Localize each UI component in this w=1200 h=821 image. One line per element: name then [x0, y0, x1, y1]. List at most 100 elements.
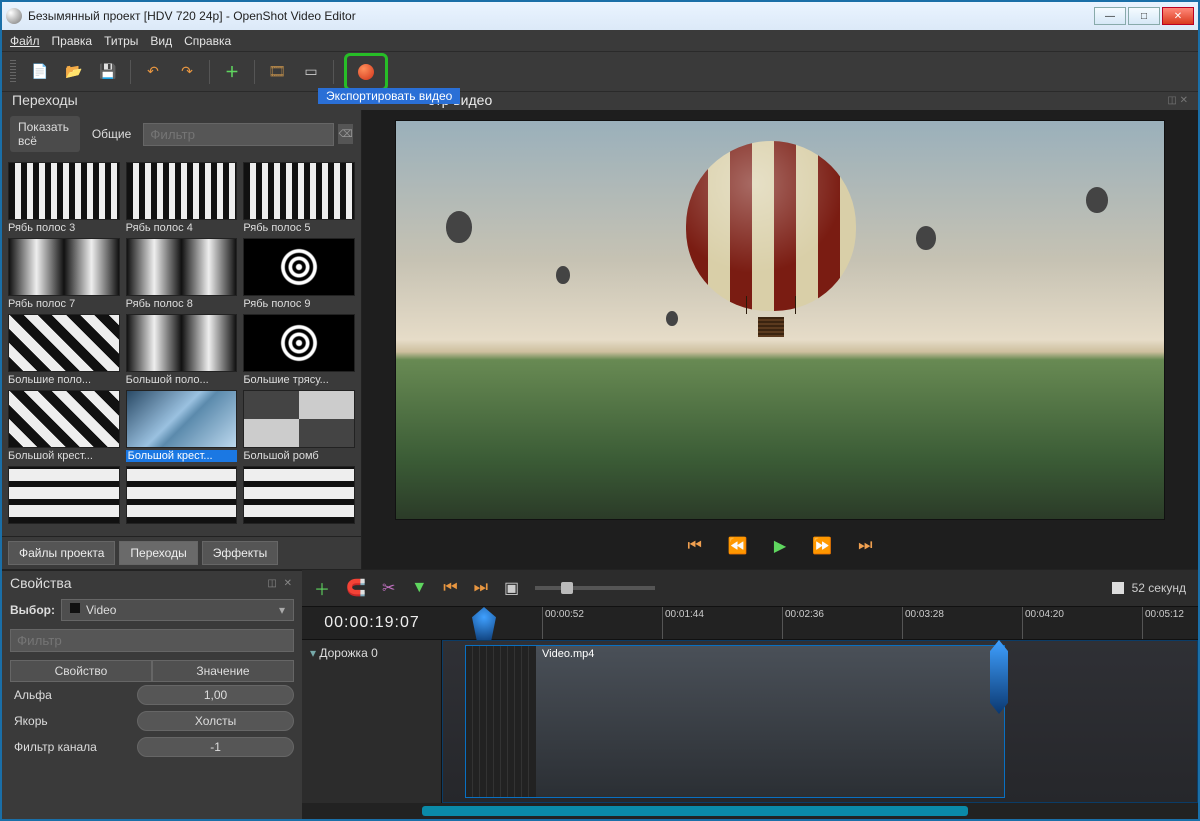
save-project-button[interactable]: 💾 — [96, 60, 120, 84]
properties-filter-input[interactable] — [10, 629, 294, 652]
main-toolbar: 📄 📂 💾 ↶ ↷ ＋ 🎞 ▭ Экспортировать видео — [2, 52, 1198, 92]
layer-color-swatch — [70, 603, 80, 613]
transition-item-selected[interactable]: Большой крест... — [126, 390, 238, 462]
razor-tool[interactable]: ✂ — [382, 578, 395, 598]
panel-dock-icons[interactable]: ◫ ✕ — [1167, 95, 1188, 106]
record-icon — [358, 64, 374, 80]
center-playhead-button[interactable]: ▣ — [504, 578, 519, 598]
transition-filter-input[interactable] — [143, 123, 334, 146]
balloon-icon — [446, 211, 472, 243]
left-bottom-tabs: Файлы проекта Переходы Эффекты — [2, 536, 361, 569]
zoom-slider[interactable] — [535, 586, 655, 590]
ruler-tick: 00:01:44 — [662, 607, 706, 639]
timeline-duration: 52 секунд — [1132, 581, 1186, 595]
transition-item[interactable]: Рябь полос 5 — [243, 162, 355, 234]
menu-file[interactable]: Файл — [10, 34, 40, 48]
properties-title: Свойства — [10, 575, 71, 591]
balloon-icon — [666, 311, 678, 326]
transition-item[interactable]: Большие трясу... — [243, 314, 355, 386]
undo-button[interactable]: ↶ — [141, 60, 165, 84]
col-header-key[interactable]: Свойство — [10, 660, 152, 682]
preview-panel: ⏮ ⏪ ▶ ⏩ ⏭ — [362, 110, 1198, 569]
add-track-button[interactable]: ＋ — [314, 576, 330, 600]
preview-viewport[interactable] — [395, 120, 1165, 520]
track-header[interactable]: ▾ Дорожка 0 — [302, 640, 442, 803]
minimize-button[interactable]: — — [1094, 7, 1126, 25]
open-project-button[interactable]: 📂 — [62, 60, 86, 84]
balloon-icon — [556, 266, 570, 284]
track-body[interactable]: Video.mp4 — [442, 640, 1198, 803]
balloon-main — [686, 141, 856, 341]
transition-item[interactable]: Большой крест... — [8, 390, 120, 462]
video-clip[interactable]: Video.mp4 — [465, 645, 1005, 798]
redo-button[interactable]: ↷ — [175, 60, 199, 84]
property-row: Якорь Холсты — [10, 708, 294, 734]
clear-filter-button[interactable]: ⌫ — [338, 124, 353, 144]
fullscreen-icon[interactable]: ▭ — [299, 60, 323, 84]
toolbar-divider — [209, 60, 210, 84]
property-value[interactable]: -1 — [137, 737, 294, 757]
timeline-toolbar: ＋ 🧲 ✂ ▼ ⏮ ⏭ ▣ 52 секунд — [302, 570, 1198, 606]
property-row: Альфа 1,00 — [10, 682, 294, 708]
tab-project-files[interactable]: Файлы проекта — [8, 541, 115, 565]
export-video-button[interactable] — [344, 53, 388, 91]
show-all-tab[interactable]: Показать всё — [10, 116, 80, 152]
transition-item[interactable]: Рябь полос 9 — [243, 238, 355, 310]
menu-help[interactable]: Справка — [184, 34, 231, 48]
common-tab[interactable]: Общие — [84, 123, 139, 145]
properties-dock-icons[interactable]: ◫ ✕ — [267, 578, 294, 589]
transition-item[interactable]: Рябь полос 4 — [126, 162, 238, 234]
next-marker-button[interactable]: ⏭ — [474, 579, 488, 597]
rewind-button[interactable]: ⏪ — [728, 536, 748, 556]
prev-marker-button[interactable]: ⏮ — [443, 579, 457, 597]
property-value[interactable]: Холсты — [137, 711, 294, 731]
clip-thumbnail — [466, 646, 536, 797]
clip-end-handle[interactable] — [990, 640, 1008, 714]
maximize-button[interactable]: □ — [1128, 7, 1160, 25]
filmstrip-icon[interactable]: 🎞 — [265, 60, 289, 84]
transition-item[interactable]: Большой поло... — [126, 314, 238, 386]
menu-titles[interactable]: Титры — [104, 34, 138, 48]
timeline-ruler[interactable]: 00:00:19:07 00:00:52 00:01:44 00:02:36 0… — [302, 606, 1198, 640]
track-name: Дорожка 0 — [319, 646, 377, 660]
export-tooltip: Экспортировать видео — [318, 88, 460, 104]
transition-item[interactable]: Рябь полос 8 — [126, 238, 238, 310]
col-header-val[interactable]: Значение — [152, 660, 294, 682]
toolbar-grip[interactable] — [10, 60, 16, 84]
ruler-tick: 00:04:20 — [1022, 607, 1066, 639]
close-button[interactable]: ✕ — [1162, 7, 1194, 25]
properties-panel: Свойства ◫ ✕ Выбор: Video Свойство Значе… — [2, 570, 302, 819]
snap-toggle[interactable]: 🧲 — [346, 578, 366, 598]
jump-start-button[interactable]: ⏮ — [688, 537, 702, 555]
duration-indicator-icon — [1112, 582, 1124, 594]
tab-effects[interactable]: Эффекты — [202, 541, 279, 565]
transition-item[interactable]: Рябь полос 3 — [8, 162, 120, 234]
ruler-tick: 00:02:36 — [782, 607, 826, 639]
play-button[interactable]: ▶ — [774, 536, 786, 556]
tab-transitions[interactable]: Переходы — [119, 541, 197, 565]
fast-forward-button[interactable]: ⏩ — [812, 536, 832, 556]
timeline-scrollbar[interactable] — [302, 803, 1198, 819]
add-marker-button[interactable]: ▼ — [411, 579, 427, 597]
menu-view[interactable]: Вид — [150, 34, 172, 48]
playhead-handle[interactable] — [472, 607, 496, 641]
toolbar-divider — [254, 60, 255, 84]
timeline-tracks: ▾ Дорожка 0 Video.mp4 — [302, 640, 1198, 803]
import-files-button[interactable]: ＋ — [220, 60, 244, 84]
playhead-timecode: 00:00:19:07 — [302, 607, 442, 639]
time-scale[interactable]: 00:00:52 00:01:44 00:02:36 00:03:28 00:0… — [442, 607, 1198, 639]
title-bar: Безымянный проект [HDV 720 24p] - OpenSh… — [2, 2, 1198, 30]
layer-selector[interactable]: Video — [61, 599, 294, 621]
transition-item[interactable] — [243, 466, 355, 526]
menu-edit[interactable]: Правка — [52, 34, 93, 48]
menu-bar: Файл Правка Титры Вид Справка — [2, 30, 1198, 52]
new-project-button[interactable]: 📄 — [28, 60, 52, 84]
property-value[interactable]: 1,00 — [137, 685, 294, 705]
transition-item[interactable] — [8, 466, 120, 526]
transition-item[interactable] — [126, 466, 238, 526]
transition-item[interactable]: Рябь полос 7 — [8, 238, 120, 310]
jump-end-button[interactable]: ⏭ — [858, 537, 872, 555]
selector-label: Выбор: — [10, 603, 55, 617]
transition-item[interactable]: Большой ромб — [243, 390, 355, 462]
transition-item[interactable]: Большие поло... — [8, 314, 120, 386]
